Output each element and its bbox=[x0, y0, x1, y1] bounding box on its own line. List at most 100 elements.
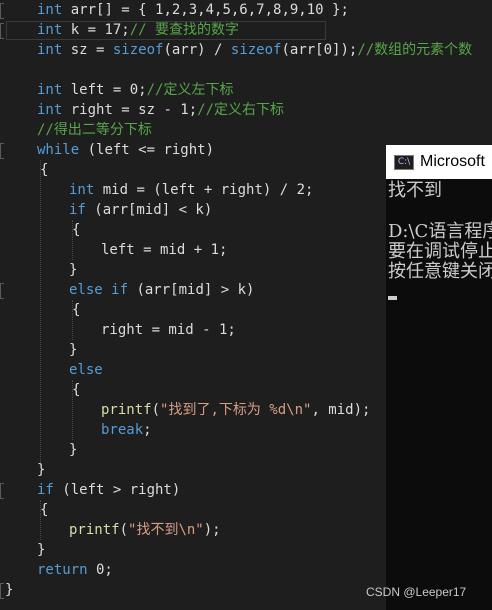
code-line[interactable]: { bbox=[40, 500, 48, 520]
code-token: left = 0; bbox=[62, 82, 147, 98]
code-token: mid = (left + right) / 2; bbox=[94, 182, 314, 198]
code-line[interactable]: } bbox=[69, 260, 77, 280]
code-token: if bbox=[69, 202, 86, 218]
code-line[interactable]: int left = 0;//定义左下标 bbox=[37, 80, 233, 100]
console-output-line: 要在调试停止 bbox=[388, 241, 492, 262]
code-token: "找不到\n" bbox=[128, 522, 204, 538]
code-token: (arr[mid] > k) bbox=[128, 282, 255, 298]
code-line[interactable]: if (left > right) bbox=[37, 480, 180, 500]
console-output-line: 找不到 bbox=[388, 180, 442, 201]
indent-guide bbox=[40, 160, 41, 465]
code-token: else if bbox=[69, 282, 129, 298]
code-token: if bbox=[37, 482, 54, 498]
code-token: int bbox=[37, 82, 63, 98]
code-token: printf bbox=[69, 522, 120, 538]
code-line[interactable]: printf("找不到\n"); bbox=[69, 520, 221, 540]
code-token: sizeof bbox=[112, 42, 164, 58]
code-token: ( bbox=[151, 402, 161, 418]
console-output-line: 按任意键关闭 bbox=[388, 261, 492, 282]
console-output-line: D:\C语言程序 bbox=[388, 221, 492, 242]
code-token: arr[] = { 1,2,3,4,5,6,7,8,9,10 }; bbox=[62, 2, 349, 18]
code-line[interactable]: { bbox=[40, 160, 48, 180]
code-token: ( bbox=[119, 522, 129, 538]
code-line[interactable]: } bbox=[69, 340, 77, 360]
code-token: { bbox=[40, 162, 49, 178]
code-token: } bbox=[69, 262, 78, 278]
code-token: { bbox=[72, 382, 81, 398]
console-app-icon: C:\ bbox=[394, 155, 414, 170]
code-token: sizeof bbox=[230, 42, 282, 58]
code-token: } bbox=[69, 442, 78, 458]
console-title-bar[interactable]: C:\ Microsoft bbox=[386, 145, 492, 179]
watermark: CSDN @Leeper17 bbox=[366, 585, 467, 599]
code-token: int bbox=[37, 22, 63, 38]
code-line[interactable]: { bbox=[72, 220, 80, 240]
code-line[interactable]: right = mid - 1; bbox=[101, 320, 236, 340]
code-line[interactable]: return 0; bbox=[37, 560, 113, 580]
code-token: // 要查找的数字 bbox=[129, 22, 240, 38]
code-token: { bbox=[72, 222, 81, 238]
code-token: printf bbox=[101, 402, 152, 418]
code-line[interactable]: printf("找到了,下标为 %d\n", mid); bbox=[101, 400, 370, 420]
code-line[interactable]: } bbox=[69, 440, 77, 460]
code-line[interactable]: { bbox=[72, 380, 80, 400]
code-token: } bbox=[69, 342, 78, 358]
code-token: //定义左下标 bbox=[146, 82, 234, 98]
console-window[interactable]: C:\ Microsoft 找不到 D:\C语言程序 要在调试停止 按任意键关闭 bbox=[386, 145, 492, 610]
code-token: //数组的元素个数 bbox=[357, 42, 473, 58]
code-token: int bbox=[69, 182, 95, 198]
code-token: int bbox=[37, 42, 63, 58]
code-token: } bbox=[37, 542, 46, 558]
code-token: 0; bbox=[87, 562, 113, 578]
code-line[interactable]: int mid = (left + right) / 2; bbox=[69, 180, 313, 200]
code-token: while bbox=[37, 142, 80, 158]
console-cursor bbox=[388, 296, 397, 300]
code-token: right = sz - 1; bbox=[62, 102, 198, 118]
code-token: } bbox=[37, 462, 46, 478]
fold-marker[interactable] bbox=[0, 283, 4, 299]
code-token: ); bbox=[203, 522, 221, 538]
code-line[interactable]: //得出二等分下标 bbox=[37, 120, 152, 140]
code-token: (left <= right) bbox=[79, 142, 215, 158]
code-token: (left > right) bbox=[53, 482, 181, 498]
code-line[interactable]: int right = sz - 1;//定义右下标 bbox=[37, 100, 284, 120]
code-line[interactable]: int arr[] = { 1,2,3,4,5,6,7,8,9,10 }; bbox=[37, 0, 349, 20]
fold-marker[interactable] bbox=[0, 3, 4, 19]
code-token: } bbox=[5, 582, 14, 598]
code-token: (arr[0]); bbox=[281, 42, 358, 58]
code-line[interactable]: else if (arr[mid] > k) bbox=[69, 280, 254, 300]
code-line[interactable]: else bbox=[69, 360, 103, 380]
code-line[interactable]: if (arr[mid] < k) bbox=[69, 200, 212, 220]
code-token: //定义右下标 bbox=[197, 102, 285, 118]
code-token: k = 17; bbox=[62, 22, 130, 38]
console-title: Microsoft bbox=[420, 153, 485, 170]
code-token: left = mid + 1; bbox=[101, 242, 228, 258]
code-token: , mid); bbox=[311, 402, 371, 418]
fold-marker[interactable] bbox=[0, 23, 4, 39]
code-token: //得出二等分下标 bbox=[37, 122, 152, 138]
code-token: return bbox=[37, 562, 88, 578]
code-line[interactable]: } bbox=[5, 580, 13, 600]
fold-marker[interactable] bbox=[0, 143, 4, 159]
code-token: sz = bbox=[62, 42, 113, 58]
code-token: { bbox=[40, 502, 49, 518]
code-token: (arr) / bbox=[163, 42, 231, 58]
code-line[interactable]: while (left <= right) bbox=[37, 140, 214, 160]
code-token: right = mid - 1; bbox=[101, 322, 236, 338]
code-line[interactable]: int sz = sizeof(arr) / sizeof(arr[0]);//… bbox=[37, 40, 472, 60]
fold-marker[interactable] bbox=[0, 483, 4, 499]
code-token: "找到了,下标为 %d\n" bbox=[160, 402, 312, 418]
code-line[interactable]: left = mid + 1; bbox=[101, 240, 227, 260]
code-token: else bbox=[69, 362, 103, 378]
code-token: (arr[mid] < k) bbox=[85, 202, 213, 218]
code-line[interactable]: { bbox=[72, 300, 80, 320]
code-token: break bbox=[101, 422, 144, 438]
code-token: ; bbox=[143, 422, 152, 438]
fold-marker[interactable] bbox=[0, 583, 4, 599]
code-token: int bbox=[37, 102, 63, 118]
code-line[interactable]: break; bbox=[101, 420, 152, 440]
code-line[interactable]: } bbox=[37, 540, 45, 560]
code-token: { bbox=[72, 302, 81, 318]
code-line[interactable]: int k = 17;// 要查找的数字 bbox=[37, 20, 239, 40]
code-line[interactable]: } bbox=[37, 460, 45, 480]
